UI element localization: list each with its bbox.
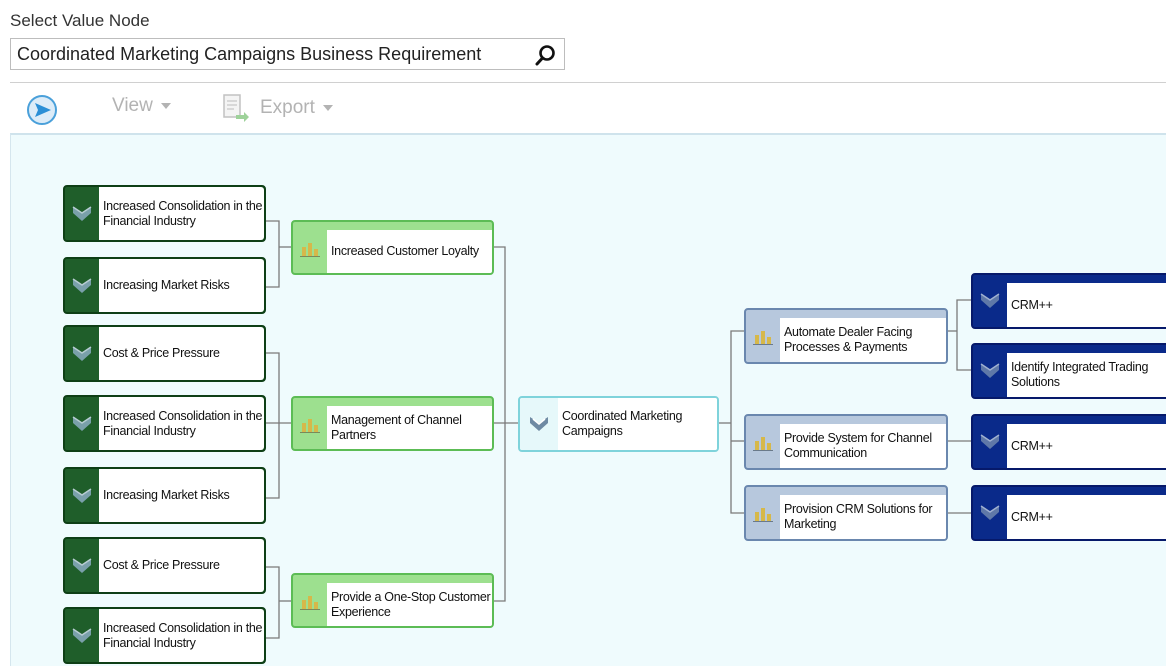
driver-node[interactable]: Increased Consolidation in the Financial… — [63, 395, 266, 452]
value-driver-icon — [65, 609, 99, 662]
center-label: Coordinated Marketing Campaigns — [558, 398, 717, 450]
bar-chart-icon — [293, 575, 327, 626]
export-menu[interactable]: Export — [222, 93, 333, 123]
value-node-icon — [973, 275, 1007, 327]
arrow-circle-icon[interactable] — [26, 94, 58, 126]
search-icon[interactable] — [534, 43, 558, 67]
requirement-node[interactable]: Provide System for Channel Communication — [744, 414, 948, 470]
driver-node[interactable]: Cost & Price Pressure — [63, 537, 266, 594]
center-value-node[interactable]: Coordinated Marketing Campaigns — [518, 396, 719, 452]
requirement-node[interactable]: Automate Dealer Facing Processes & Payme… — [744, 308, 948, 364]
export-doc-icon — [223, 94, 249, 122]
export-label: Export — [260, 97, 315, 118]
bar-chart-icon — [293, 398, 327, 449]
value-driver-icon — [65, 397, 99, 450]
value-node-icon — [973, 345, 1007, 397]
bar-chart-icon — [746, 487, 780, 539]
requirement-label: Automate Dealer Facing Processes & Payme… — [780, 318, 946, 362]
driver-label: Increasing Market Risks — [99, 469, 264, 522]
driver-node[interactable]: Increased Consolidation in the Financial… — [63, 185, 266, 242]
solution-node[interactable]: CRM++ — [971, 273, 1166, 329]
objective-label: Management of Channel Partners — [327, 406, 492, 449]
toolbar: View Export — [10, 82, 1166, 133]
chevron-down-icon — [160, 103, 171, 109]
driver-node[interactable]: Increasing Market Risks — [63, 467, 266, 524]
bar-chart-icon — [746, 416, 780, 468]
value-driver-icon — [65, 327, 99, 380]
view-label: View — [112, 95, 153, 116]
solution-node[interactable]: Identify Integrated Trading Solutions — [971, 343, 1166, 399]
objective-node[interactable]: Provide a One-Stop Customer Experience — [291, 573, 494, 628]
value-node-icon — [973, 487, 1007, 539]
driver-label: Cost & Price Pressure — [99, 539, 264, 592]
objective-node[interactable]: Increased Customer Loyalty — [291, 220, 494, 275]
value-tree-canvas[interactable]: Increased Consolidation in the Financial… — [10, 133, 1166, 666]
value-node-search-box[interactable] — [10, 38, 565, 70]
driver-label: Increasing Market Risks — [99, 259, 264, 312]
value-driver-icon — [65, 187, 99, 240]
solution-label: CRM++ — [1007, 424, 1166, 468]
bar-chart-icon — [746, 310, 780, 362]
requirement-node[interactable]: Provision CRM Solutions for Marketing — [744, 485, 948, 541]
value-driver-icon — [65, 259, 99, 312]
value-driver-icon — [65, 469, 99, 522]
requirement-label: Provide System for Channel Communication — [780, 424, 946, 468]
driver-label: Increased Consolidation in the Financial… — [99, 187, 264, 240]
solution-node[interactable]: CRM++ — [971, 414, 1166, 470]
value-node-icon — [520, 398, 558, 450]
bar-chart-icon — [293, 222, 327, 273]
value-node-search-input[interactable] — [17, 41, 527, 67]
chevron-down-icon — [322, 105, 333, 111]
solution-node[interactable]: CRM++ — [971, 485, 1166, 541]
solution-label: Identify Integrated Trading Solutions — [1007, 353, 1166, 397]
value-node-icon — [973, 416, 1007, 468]
solution-label: CRM++ — [1007, 495, 1166, 539]
driver-label: Cost & Price Pressure — [99, 327, 264, 380]
driver-node[interactable]: Increased Consolidation in the Financial… — [63, 607, 266, 664]
view-menu[interactable]: View — [112, 95, 171, 117]
driver-node[interactable]: Increasing Market Risks — [63, 257, 266, 314]
solution-label: CRM++ — [1007, 283, 1166, 327]
select-value-node-label: Select Value Node — [10, 11, 150, 30]
driver-label: Increased Consolidation in the Financial… — [99, 397, 264, 450]
driver-label: Increased Consolidation in the Financial… — [99, 609, 264, 662]
value-driver-icon — [65, 539, 99, 592]
objective-label: Increased Customer Loyalty — [327, 230, 492, 273]
driver-node[interactable]: Cost & Price Pressure — [63, 325, 266, 382]
objective-node[interactable]: Management of Channel Partners — [291, 396, 494, 451]
objective-label: Provide a One-Stop Customer Experience — [327, 583, 492, 626]
requirement-label: Provision CRM Solutions for Marketing — [780, 495, 946, 539]
